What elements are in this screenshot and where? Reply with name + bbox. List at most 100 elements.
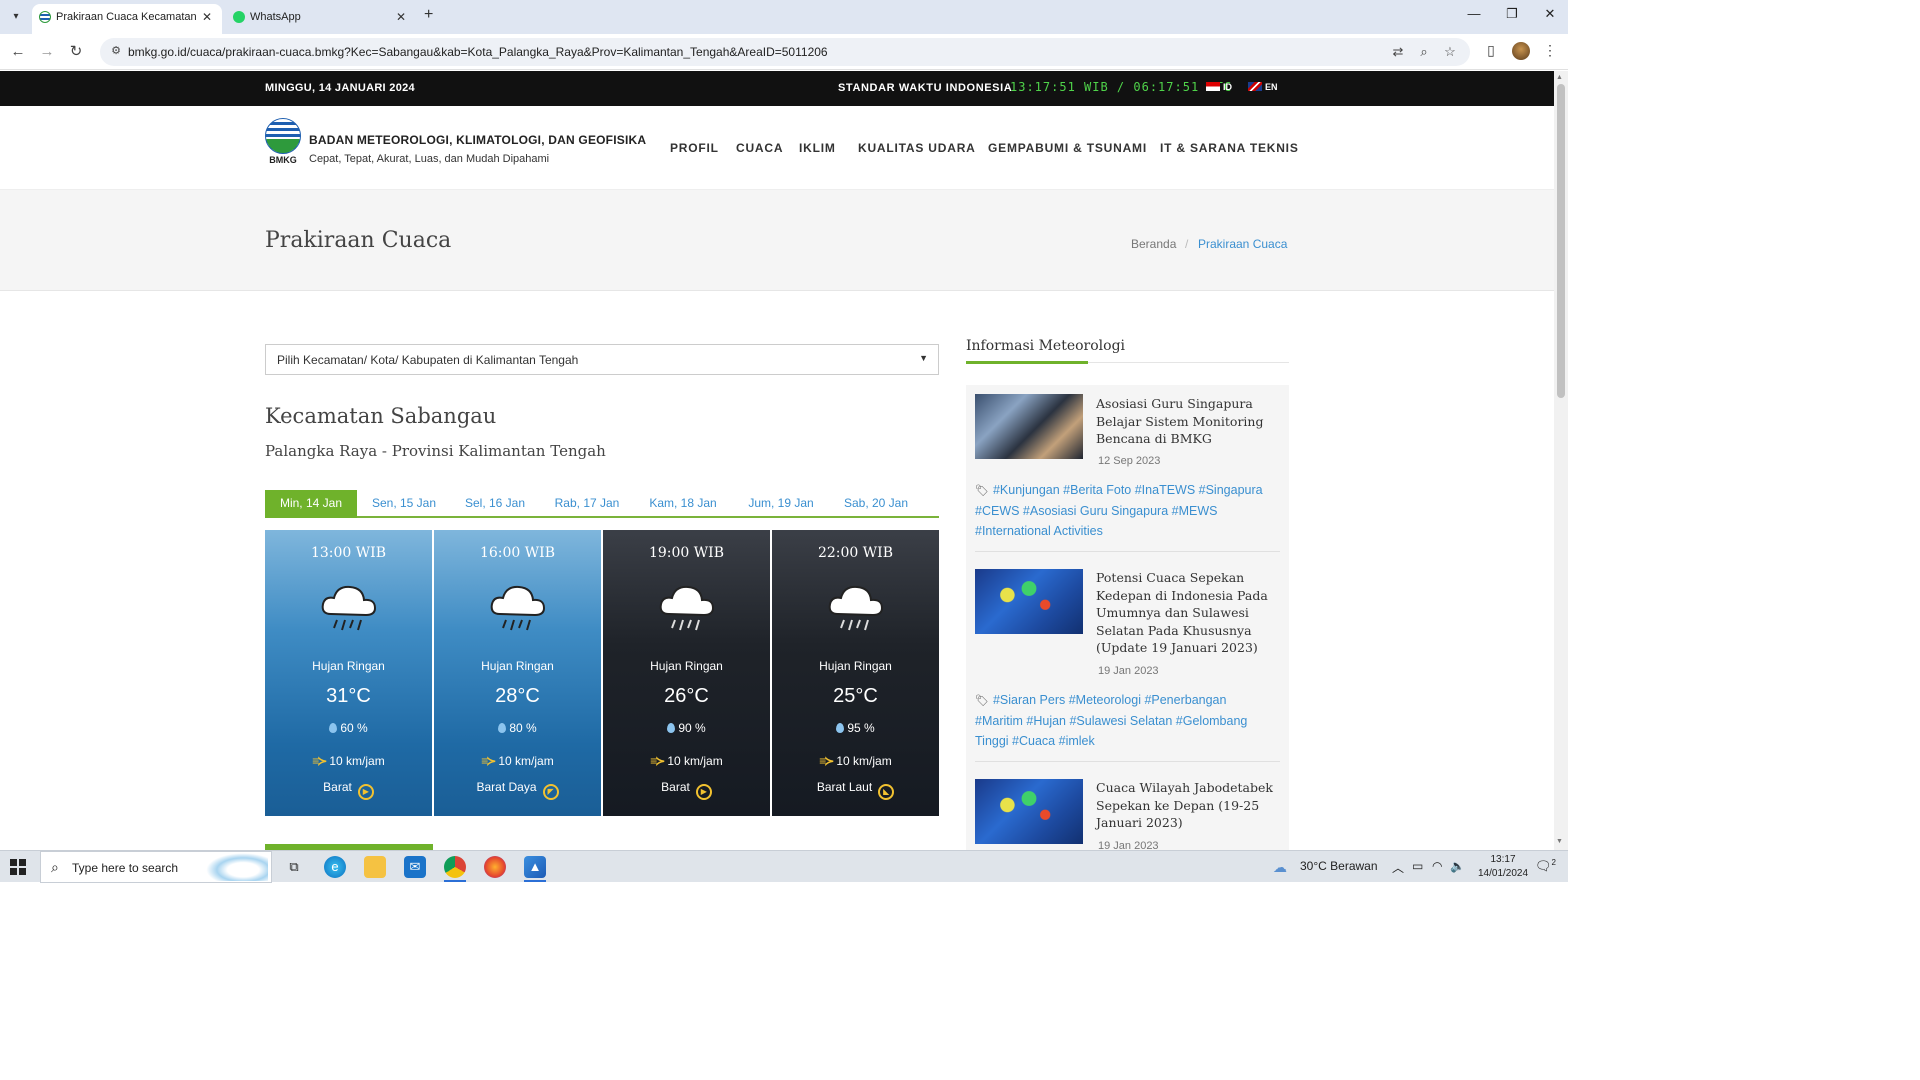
sidebar-heading: Informasi Meteorologi [966, 338, 1126, 354]
tab-day-3[interactable]: Sel, 16 Jan [457, 490, 533, 518]
news-title[interactable]: Potensi Cuaca Sepekan Kedepan di Indones… [1096, 569, 1276, 657]
breadcrumb-current[interactable]: Prakiraan Cuaca [1198, 237, 1287, 251]
scroll-up-icon[interactable]: ▲ [1556, 74, 1563, 81]
weather-cloud-icon[interactable]: ☁ [1273, 859, 1287, 876]
side-panel-icon[interactable]: ▯ [1481, 42, 1501, 59]
close-tab-icon[interactable]: ✕ [202, 4, 212, 30]
new-tab-icon[interactable]: + [424, 6, 433, 24]
digital-clock: 13:17:51 WIB / 06:17:51 UTC [1010, 80, 1233, 94]
edge-icon[interactable]: e [324, 856, 346, 878]
scrollbar-thumb[interactable] [1557, 84, 1565, 398]
news-thumbnail[interactable] [975, 569, 1083, 634]
news-divider [975, 551, 1280, 552]
show-hidden-icons-icon[interactable]: ︿ [1392, 859, 1404, 876]
taskbar-weather[interactable]: 30°C Berawan [1300, 859, 1378, 873]
reload-icon[interactable]: ↻ [66, 42, 86, 62]
close-window-icon[interactable]: ✕ [1540, 6, 1560, 22]
wind-direction: Barat Daya [476, 780, 537, 794]
file-explorer-icon[interactable] [364, 856, 386, 878]
browser-tab-active[interactable]: Prakiraan Cuaca Kecamatan Sab ✕ [32, 4, 222, 34]
tab-search-icon[interactable]: ▾ [6, 7, 26, 27]
photos-icon[interactable]: ▲ [524, 856, 546, 878]
zoom-icon[interactable]: ⌕ [1415, 44, 1433, 60]
nav-kualitas-udara[interactable]: KUALITAS UDARA [858, 141, 976, 155]
page-title-band: Prakiraan Cuaca Beranda / Prakiraan Cuac… [0, 190, 1554, 291]
mail-icon[interactable]: ✉ [404, 856, 426, 878]
url-text[interactable]: bmkg.go.id/cuaca/prakiraan-cuaca.bmkg?Ke… [128, 45, 828, 59]
tab-day-5[interactable]: Kam, 18 Jan [643, 490, 723, 518]
scroll-down-icon[interactable]: ▼ [1556, 838, 1563, 845]
news-title[interactable]: Asosiasi Guru Singapura Belajar Sistem M… [1096, 395, 1276, 448]
volume-icon[interactable]: 🔈 [1450, 859, 1465, 873]
news-tags-text[interactable]: #Kunjungan #Berita Foto #InaTEWS #Singap… [975, 483, 1263, 538]
translate-icon[interactable]: ⇄ [1389, 44, 1407, 60]
tab-title: WhatsApp [250, 11, 301, 23]
bmkg-favicon-icon [39, 11, 51, 23]
device-icon[interactable]: ▭ [1412, 859, 1423, 873]
humidity-value: 90 % [678, 721, 706, 735]
site-info-icon[interactable]: ⚙ [108, 44, 124, 60]
task-view-icon[interactable]: ⧉ [283, 856, 305, 878]
firefox-icon[interactable] [484, 856, 506, 878]
tab-day-1[interactable]: Min, 14 Jan [265, 490, 357, 518]
nav-gempabumi-tsunami[interactable]: GEMPABUMI & TSUNAMI [988, 141, 1147, 155]
news-thumbnail[interactable] [975, 394, 1083, 459]
back-icon[interactable]: ← [8, 42, 28, 62]
browser-tab-bar: ▾ Prakiraan Cuaca Kecamatan Sab ✕ WhatsA… [0, 0, 1568, 34]
news-tags-text[interactable]: #Siaran Pers #Meteorologi #Penerbangan #… [975, 693, 1247, 748]
wind-icon: ≡≻ [481, 754, 496, 768]
network-icon[interactable]: ◠ [1432, 859, 1442, 873]
tab-day-7[interactable]: Sab, 20 Jan [837, 490, 915, 518]
bmkg-logo[interactable]: BMKG [265, 118, 301, 166]
forecast-temperature: 28°C [495, 685, 540, 707]
notification-icon[interactable]: 🗨2 [1535, 858, 1556, 874]
tab-day-2[interactable]: Sen, 15 Jan [365, 490, 443, 518]
nav-profil[interactable]: PROFIL [670, 141, 719, 155]
compass-icon: ▶ [695, 784, 712, 800]
browser-tab-whatsapp[interactable]: WhatsApp ✕ [226, 4, 416, 34]
nav-it-sarana-teknis[interactable]: IT & SARANA TEKNIS [1160, 141, 1299, 155]
taskbar-clock[interactable]: 13:17 14/01/2024 [1478, 853, 1528, 881]
forecast-time: 16:00 WIB [479, 545, 555, 561]
restore-icon[interactable]: ❐ [1502, 6, 1522, 22]
nav-iklim[interactable]: IKLIM [799, 141, 836, 155]
forecast-time: 13:00 WIB [310, 545, 386, 561]
light-rain-icon [490, 585, 546, 631]
forward-icon[interactable]: → [37, 42, 57, 62]
bmkg-globe-icon [265, 118, 301, 154]
forecast-condition: Hujan Ringan [650, 659, 723, 673]
menu-icon[interactable]: ⋮ [1540, 42, 1560, 59]
forecast-condition: Hujan Ringan [312, 659, 385, 673]
humidity-value: 95 % [847, 721, 875, 735]
forecast-wind-direction: Barat ▶ [265, 780, 432, 800]
address-bar[interactable]: ⚙ bmkg.go.id/cuaca/prakiraan-cuaca.bmkg?… [100, 38, 1470, 66]
nav-cuaca[interactable]: CUACA [736, 141, 783, 155]
close-tab-icon[interactable]: ✕ [396, 4, 406, 30]
news-tags[interactable]: 🏷 #Siaran Pers #Meteorologi #Penerbangan … [975, 690, 1275, 751]
profile-avatar[interactable] [1512, 42, 1530, 60]
chrome-icon[interactable] [444, 856, 466, 878]
wind-speed: 10 km/jam [329, 754, 385, 768]
compass-icon: ▶ [357, 784, 374, 800]
news-thumbnail[interactable] [975, 779, 1083, 844]
select-placeholder: Pilih Kecamatan/ Kota/ Kabupaten di Kali… [277, 353, 579, 367]
windows-start-icon[interactable] [10, 859, 26, 875]
tags-icon: 🏷 [975, 485, 989, 497]
breadcrumb-home[interactable]: Beranda [1131, 237, 1176, 251]
language-id-link[interactable]: ID [1206, 82, 1232, 92]
forecast-humidity: 60 % [265, 721, 432, 735]
kecamatan-select[interactable]: Pilih Kecamatan/ Kota/ Kabupaten di Kali… [265, 344, 939, 375]
tab-day-6[interactable]: Jum, 19 Jan [741, 490, 821, 518]
news-tags[interactable]: 🏷 #Kunjungan #Berita Foto #InaTEWS #Singa… [975, 480, 1275, 541]
wind-icon: ≡≻ [819, 754, 834, 768]
lang-en-label: EN [1265, 82, 1278, 92]
language-en-link[interactable]: EN [1248, 82, 1278, 92]
bookmark-star-icon[interactable]: ☆ [1441, 44, 1459, 60]
notification-count: 2 [1551, 858, 1556, 867]
sidebar-heading-accent [966, 361, 1088, 364]
news-title[interactable]: Cuaca Wilayah Jabodetabek Sepekan ke Dep… [1096, 779, 1276, 832]
tab-day-4[interactable]: Rab, 17 Jan [548, 490, 626, 518]
search-placeholder: Type here to search [72, 861, 179, 875]
wind-direction: Barat [323, 780, 352, 794]
minimize-icon[interactable]: — [1464, 6, 1484, 21]
